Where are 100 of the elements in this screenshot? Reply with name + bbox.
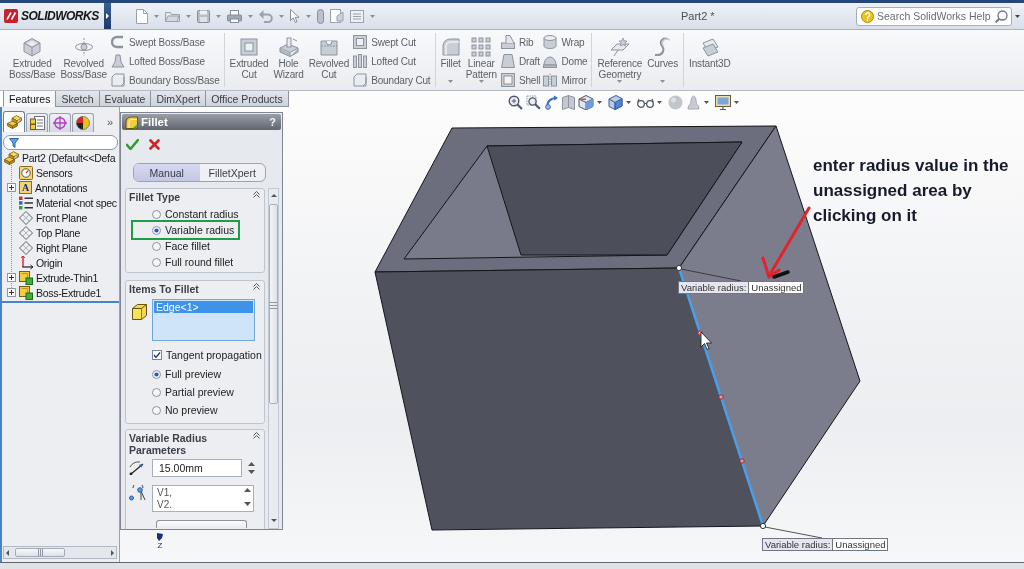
ribbon-button[interactable]: Curves (646, 33, 680, 87)
capsule-icon[interactable] (317, 8, 324, 24)
spinner-icon[interactable] (244, 487, 251, 507)
ribbon-button[interactable]: Boundary Cut (353, 73, 431, 87)
edge-point-marker[interactable] (697, 330, 703, 336)
ok-button[interactable] (126, 138, 139, 150)
ribbon-button[interactable]: Rib (500, 35, 541, 49)
command-tab[interactable]: Sketch (55, 91, 100, 107)
radio-button[interactable] (152, 369, 161, 379)
tree-item[interactable]: Right Plane (19, 240, 87, 255)
printer-icon[interactable] (227, 9, 242, 23)
tree-item[interactable]: Extrude-Thin1 (19, 270, 99, 285)
magnifier-icon[interactable] (508, 95, 523, 110)
radio-option[interactable]: Face fillet (126, 238, 264, 254)
panel-tab[interactable] (26, 113, 48, 132)
search-field[interactable]: Search SolidWorks Help (856, 6, 1012, 26)
radio-button[interactable] (152, 387, 161, 397)
arrow-down-icon[interactable] (270, 519, 277, 522)
vertex-marker[interactable] (675, 264, 683, 272)
vertex-list[interactable]: V1, V2. (152, 485, 254, 512)
ribbon-button[interactable]: Extruded Boss/Base (8, 33, 57, 80)
ribbon-button[interactable]: Wrap (543, 35, 588, 49)
cube-icon[interactable] (578, 95, 594, 110)
vertex-marker[interactable] (759, 522, 767, 530)
edge-point-marker[interactable] (718, 394, 724, 400)
double-chevron-up-icon[interactable] (253, 191, 260, 198)
expand-toggle[interactable] (7, 273, 16, 282)
tree-item[interactable]: Origin (19, 255, 63, 270)
tree-item[interactable]: Top Plane (19, 225, 80, 240)
checkbox-option[interactable]: Tangent propagation (126, 348, 264, 362)
pointer-icon[interactable] (290, 9, 300, 23)
page-icon[interactable] (136, 8, 148, 24)
caret-icon[interactable] (734, 101, 739, 104)
ribbon-button[interactable]: Revolved Cut (307, 33, 351, 80)
ribbon-button[interactable]: Revolved Boss/Base (59, 33, 108, 80)
double-chevron-up-icon[interactable] (253, 283, 260, 290)
expand-toggle[interactable] (7, 288, 16, 297)
mode-tab[interactable]: Manual (134, 164, 200, 181)
more-tabs-button[interactable]: » (106, 116, 113, 128)
mode-tab[interactable]: FilletXpert (199, 164, 265, 181)
tree-item[interactable]: Part2 (Default<<Defa (4, 150, 116, 165)
radio-button[interactable] (152, 209, 161, 219)
radio-option[interactable]: Constant radius (126, 206, 264, 222)
tree-item[interactable]: Sensors (19, 165, 73, 180)
spinner-icon[interactable] (248, 462, 255, 474)
radio-button[interactable] (152, 405, 161, 415)
ribbon-button[interactable]: Dome (543, 54, 588, 68)
command-tab[interactable]: Evaluate (98, 91, 152, 107)
cancel-button[interactable] (149, 138, 160, 150)
menu-flyout-button[interactable] (104, 3, 111, 29)
list-item[interactable]: V2. (157, 499, 244, 511)
expand-toggle[interactable] (7, 183, 16, 192)
radio-button[interactable] (152, 225, 161, 235)
panel-button[interactable] (156, 520, 247, 528)
scrollbar-thumb[interactable] (269, 204, 278, 404)
magnifier-frame-icon[interactable] (526, 95, 541, 110)
radio-button[interactable] (152, 257, 161, 267)
panel-tab[interactable] (72, 113, 94, 132)
radio-button[interactable] (152, 241, 161, 251)
caret-icon[interactable] (597, 101, 602, 104)
ribbon-button[interactable]: Shell (500, 73, 541, 87)
radio-option[interactable]: No preview (126, 401, 264, 419)
list-icon[interactable] (350, 9, 364, 23)
radio-option[interactable]: Full preview (126, 365, 264, 383)
ribbon-button[interactable]: Hole Wizard (272, 33, 305, 80)
caret-icon[interactable] (626, 101, 631, 104)
caret-icon[interactable] (1015, 14, 1020, 18)
filter-field[interactable] (3, 135, 118, 150)
help-button[interactable]: ? (269, 116, 276, 128)
radio-option[interactable]: Variable radius (126, 222, 264, 238)
book-icon[interactable] (562, 95, 575, 110)
ribbon-button[interactable]: Mirror (543, 73, 588, 87)
curved-arrow-icon[interactable] (544, 95, 559, 110)
tree-item[interactable]: A Annotations (19, 181, 88, 194)
ribbon-button[interactable]: Fillet (439, 33, 462, 87)
ribbon-button[interactable]: Boundary Boss/Base (110, 73, 220, 87)
edge-point-marker[interactable] (739, 458, 745, 464)
monitor-icon[interactable] (715, 95, 731, 110)
search-icon[interactable] (995, 9, 1008, 23)
ribbon-button[interactable]: Extruded Cut (228, 33, 270, 80)
arrow-left-icon[interactable] (6, 549, 9, 556)
caret-icon[interactable] (704, 101, 709, 104)
ribbon-button[interactable]: Linear Pattern (464, 33, 498, 87)
undo-arrow-icon[interactable] (259, 9, 273, 23)
command-tab[interactable]: DimXpert (150, 91, 207, 107)
folder-icon[interactable] (165, 10, 180, 22)
checkbox[interactable] (152, 350, 162, 360)
radius-value-field[interactable]: Unassigned (833, 538, 889, 551)
shaded-cube-icon[interactable] (608, 95, 623, 110)
glasses-icon[interactable] (637, 97, 654, 108)
tree-item[interactable]: Boss-Extrude1 (19, 285, 101, 300)
arrow-up-icon[interactable] (270, 194, 277, 197)
radius-field[interactable]: 15.00mm (152, 459, 242, 477)
caret-icon[interactable] (657, 101, 662, 104)
ribbon-button[interactable]: Swept Boss/Base (110, 35, 220, 49)
list-item[interactable]: V1, (157, 487, 244, 499)
ribbon-button[interactable]: Swept Cut (353, 35, 431, 49)
arrow-right-icon[interactable] (111, 549, 114, 556)
double-chevron-up-icon[interactable] (253, 432, 260, 439)
command-tab[interactable]: Features (3, 91, 57, 107)
